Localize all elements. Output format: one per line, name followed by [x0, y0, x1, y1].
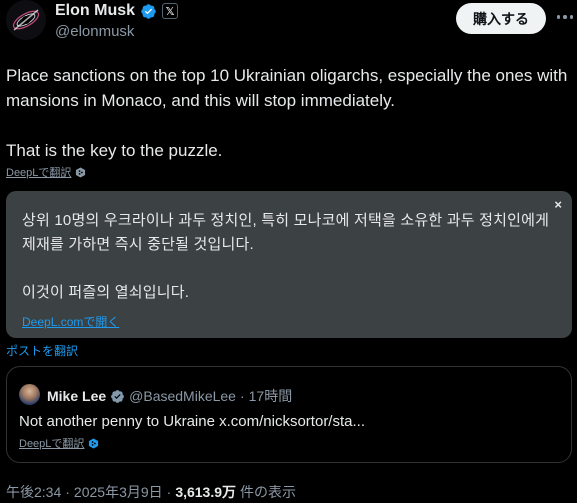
x-affiliate-glyph: 𝕏 [165, 5, 175, 18]
deepl-translate-link[interactable]: DeepLで翻訳 [6, 164, 71, 180]
translation-text: 상위 10명의 우크라이나 과두 정치인, 특히 모나코에 저택을 소유한 과두… [22, 212, 550, 301]
avatar-image [6, 0, 46, 40]
more-dot [563, 15, 567, 19]
tweet-header: Elon Musk 𝕏 @elonmusk 購入する [0, 0, 577, 48]
author-handle[interactable]: @elonmusk [55, 23, 134, 40]
quoted-author-name[interactable]: Mike Lee [47, 388, 106, 404]
tweet-meta: 午後2:34 · 2025年3月9日 · 3,613.9万 件の表示 [6, 482, 296, 502]
quoted-tweet-card[interactable]: Mike Lee @BasedMikeLee · 17時間 Not anothe… [6, 366, 572, 463]
deepl-icon [76, 166, 86, 178]
tweet-text: Place sanctions on the top 10 Ukrainian … [6, 66, 568, 160]
quoted-verified-icon [111, 389, 125, 403]
close-translation-icon[interactable]: × [554, 197, 562, 212]
x-affiliate-icon[interactable]: 𝕏 [162, 3, 179, 19]
quoted-timestamp[interactable]: 17時間 [249, 386, 293, 406]
deepl-translate-line: DeepLで翻訳 [6, 164, 86, 180]
quoted-author-row: Mike Lee @BasedMikeLee · 17時間 [47, 386, 292, 406]
meta-separator: · [65, 484, 70, 500]
quoted-separator: · [239, 388, 245, 404]
quoted-tweet-text: Not another penny to Ukraine x.com/nicks… [19, 413, 365, 430]
translate-post-link[interactable]: ポストを翻訳 [6, 342, 78, 359]
quoted-author-handle: @BasedMikeLee [129, 388, 236, 404]
subscribe-button[interactable]: 購入する [456, 3, 546, 34]
more-options-icon[interactable] [553, 5, 577, 29]
view-count: 3,613.9万 [175, 484, 237, 500]
translation-box: × 상위 10명의 우크라이나 과두 정치인, 특히 모나코에 저택을 소유한 … [6, 191, 572, 338]
quoted-author-avatar[interactable] [19, 384, 40, 405]
author-avatar[interactable] [6, 0, 46, 40]
author-display-name[interactable]: Elon Musk [55, 2, 135, 20]
meta-separator: · [166, 484, 172, 500]
author-name-row: Elon Musk 𝕏 [55, 2, 179, 20]
tweet-time[interactable]: 午後2:34 [6, 482, 61, 502]
quoted-deepl-link[interactable]: DeepLで翻訳 [19, 435, 84, 451]
view-count-label: 件の表示 [240, 484, 297, 500]
tweet-date[interactable]: 2025年3月9日 [74, 482, 163, 502]
more-dot [569, 15, 574, 19]
deepl-icon [89, 437, 99, 449]
open-deepl-link[interactable]: DeepL.comで開く [22, 313, 119, 330]
verified-badge-icon[interactable] [140, 3, 157, 20]
more-dot [556, 15, 561, 19]
quoted-deepl-line: DeepLで翻訳 [19, 435, 99, 451]
